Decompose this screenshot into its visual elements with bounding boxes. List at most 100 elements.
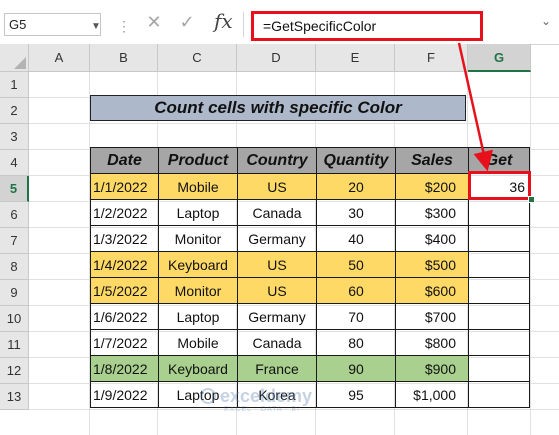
formula-text: =GetSpecificColor bbox=[263, 18, 377, 34]
name-box[interactable]: G5 ▼ bbox=[4, 13, 101, 36]
cell-product[interactable]: Laptop bbox=[158, 303, 238, 330]
cell-country[interactable]: Canada bbox=[237, 329, 317, 356]
formula-bar: G5 ▼ ⋮ ✕ ✓ fx =GetSpecificColor ⌄ bbox=[0, 0, 559, 45]
cell-product[interactable]: Monitor bbox=[158, 277, 238, 304]
cell-sales[interactable]: $800 bbox=[395, 329, 469, 356]
cell-country[interactable]: France bbox=[237, 355, 317, 382]
header-product[interactable]: Product bbox=[158, 147, 238, 174]
cell-quantity[interactable]: 80 bbox=[316, 329, 396, 356]
header-date[interactable]: Date bbox=[90, 147, 159, 174]
formula-bar-divider bbox=[243, 12, 244, 37]
cell-product[interactable]: Keyboard bbox=[158, 251, 238, 278]
column-header-b[interactable]: B bbox=[90, 44, 158, 72]
header-sales[interactable]: Sales bbox=[395, 147, 469, 174]
cell-date[interactable]: 1/4/2022 bbox=[90, 251, 159, 278]
row-header-2[interactable]: 2 bbox=[0, 98, 29, 124]
cell-quantity[interactable]: 20 bbox=[316, 173, 396, 200]
cell-quantity[interactable]: 60 bbox=[316, 277, 396, 304]
row-header-9[interactable]: 9 bbox=[0, 280, 29, 306]
header-get[interactable]: Get bbox=[468, 147, 530, 174]
table-row: 1/2/2022 Laptop Canada 30 $300 bbox=[90, 199, 530, 226]
row-header-1[interactable]: 1 bbox=[0, 72, 29, 98]
cell-quantity[interactable]: 70 bbox=[316, 303, 396, 330]
select-all-triangle-icon bbox=[14, 57, 26, 69]
cell-date[interactable]: 1/6/2022 bbox=[90, 303, 159, 330]
cell-get[interactable] bbox=[468, 277, 530, 304]
table-row: 1/5/2022 Monitor US 60 $600 bbox=[90, 277, 530, 304]
insert-function-icon[interactable]: fx bbox=[214, 9, 233, 33]
cell-get[interactable] bbox=[468, 199, 530, 226]
cell-product[interactable]: Laptop bbox=[158, 199, 238, 226]
data-table: Date Product Country Quantity Sales Get … bbox=[90, 147, 530, 408]
expand-formula-bar-icon[interactable]: ⌄ bbox=[541, 14, 551, 28]
select-all-button[interactable] bbox=[0, 44, 29, 72]
active-cell-highlight bbox=[468, 171, 531, 200]
formula-input[interactable]: =GetSpecificColor bbox=[251, 11, 483, 41]
column-header-d[interactable]: D bbox=[237, 44, 316, 72]
cell-sales[interactable]: $1,000 bbox=[395, 381, 469, 408]
watermark-name: exceldemy bbox=[220, 386, 313, 406]
row-header-10[interactable]: 10 bbox=[0, 306, 29, 332]
cell-sales[interactable]: $400 bbox=[395, 225, 469, 252]
column-header-c[interactable]: C bbox=[158, 44, 237, 72]
cell-date[interactable]: 1/5/2022 bbox=[90, 277, 159, 304]
cell-country[interactable]: US bbox=[237, 173, 317, 200]
cell-country[interactable]: Germany bbox=[237, 225, 317, 252]
row-header-12[interactable]: 12 bbox=[0, 358, 29, 384]
row-header-8[interactable]: 8 bbox=[0, 254, 29, 280]
cell-product[interactable]: Mobile bbox=[158, 329, 238, 356]
cell-quantity[interactable]: 90 bbox=[316, 355, 396, 382]
cell-sales[interactable]: $700 bbox=[395, 303, 469, 330]
cell-get[interactable] bbox=[468, 251, 530, 278]
cell-get[interactable] bbox=[468, 381, 530, 408]
cell-country[interactable]: Canada bbox=[237, 199, 317, 226]
cell-date[interactable]: 1/8/2022 bbox=[90, 355, 159, 382]
cell-get[interactable] bbox=[468, 355, 530, 382]
cell-sales[interactable]: $600 bbox=[395, 277, 469, 304]
cell-quantity[interactable]: 40 bbox=[316, 225, 396, 252]
cell-quantity[interactable]: 30 bbox=[316, 199, 396, 226]
column-header-e[interactable]: E bbox=[316, 44, 395, 72]
cell-get[interactable] bbox=[468, 303, 530, 330]
cell-sales[interactable]: $900 bbox=[395, 355, 469, 382]
cell-product[interactable]: Mobile bbox=[158, 173, 238, 200]
cell-country[interactable]: US bbox=[237, 251, 317, 278]
cell-sales[interactable]: $300 bbox=[395, 199, 469, 226]
cell-product[interactable]: Monitor bbox=[158, 225, 238, 252]
cell-sales[interactable]: $200 bbox=[395, 173, 469, 200]
cell-date[interactable]: 1/7/2022 bbox=[90, 329, 159, 356]
name-box-value: G5 bbox=[9, 17, 27, 32]
row-header-6[interactable]: 6 bbox=[0, 202, 29, 228]
header-quantity[interactable]: Quantity bbox=[316, 147, 396, 174]
cell-sales[interactable]: $500 bbox=[395, 251, 469, 278]
cell-product[interactable]: Keyboard bbox=[158, 355, 238, 382]
row-header-3[interactable]: 3 bbox=[0, 124, 29, 150]
cell-date[interactable]: 1/1/2022 bbox=[90, 173, 159, 200]
cell-get[interactable] bbox=[468, 225, 530, 252]
cell-country[interactable]: Germany bbox=[237, 303, 317, 330]
column-header-a[interactable]: A bbox=[29, 44, 90, 72]
cell-quantity[interactable]: 95 bbox=[316, 381, 396, 408]
row-header-5[interactable]: 5 bbox=[0, 176, 29, 202]
enter-icon[interactable]: ✓ bbox=[176, 12, 198, 36]
drag-handle-icon[interactable]: ⋮ bbox=[117, 18, 131, 35]
header-country[interactable]: Country bbox=[237, 147, 317, 174]
row-header-7[interactable]: 7 bbox=[0, 228, 29, 254]
row-header-11[interactable]: 11 bbox=[0, 332, 29, 358]
row-header-4[interactable]: 4 bbox=[0, 150, 29, 176]
cell-date[interactable]: 1/2/2022 bbox=[90, 199, 159, 226]
cell-date[interactable]: 1/9/2022 bbox=[90, 381, 159, 408]
cell-country[interactable]: US bbox=[237, 277, 317, 304]
chevron-down-icon[interactable]: ▼ bbox=[91, 21, 101, 32]
fill-handle[interactable] bbox=[528, 196, 535, 203]
column-header-f[interactable]: F bbox=[395, 44, 468, 72]
exceldemy-logo-icon bbox=[200, 388, 216, 404]
cancel-icon[interactable]: ✕ bbox=[143, 12, 165, 36]
cell-get[interactable] bbox=[468, 329, 530, 356]
cell-date[interactable]: 1/3/2022 bbox=[90, 225, 159, 252]
column-header-g[interactable]: G bbox=[468, 44, 531, 72]
sheet-title-cell[interactable]: Count cells with specific Color bbox=[90, 95, 466, 121]
row-header-13[interactable]: 13 bbox=[0, 384, 29, 410]
table-row: 1/4/2022 Keyboard US 50 $500 bbox=[90, 251, 530, 278]
cell-quantity[interactable]: 50 bbox=[316, 251, 396, 278]
